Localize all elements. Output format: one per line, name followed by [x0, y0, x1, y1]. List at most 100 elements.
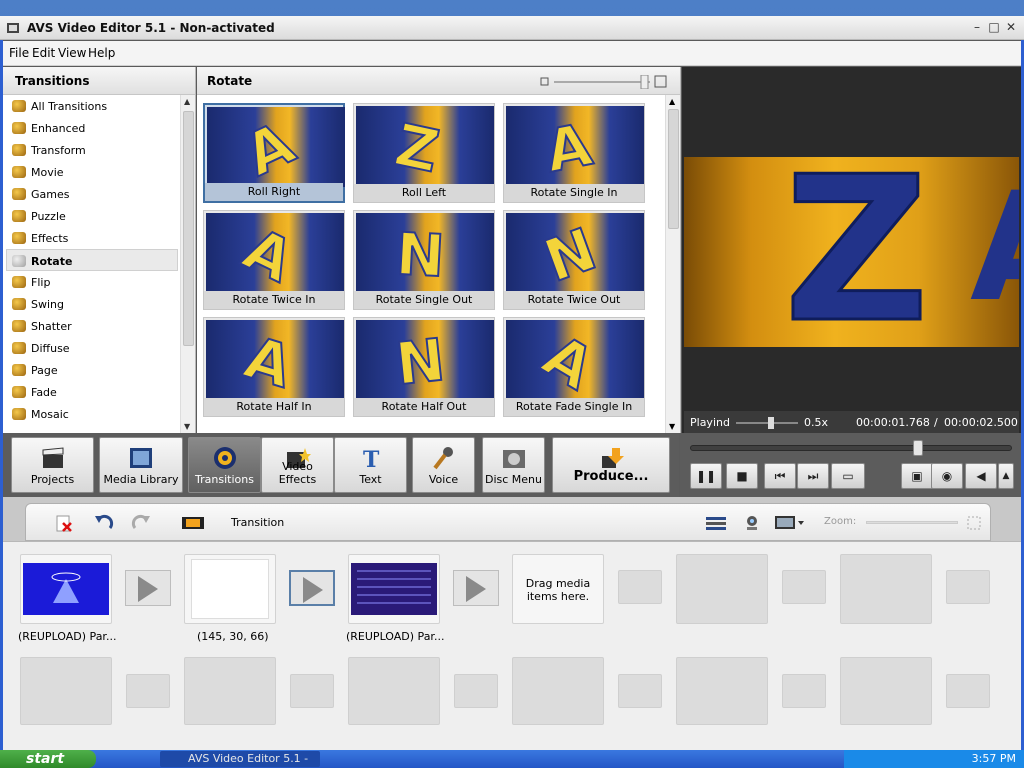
transition-thumbnail[interactable]: A Rotate Fade Single In [503, 317, 645, 417]
menu-view[interactable]: View [58, 46, 86, 60]
minimize-button[interactable]: – [970, 20, 984, 34]
scroll-down-icon[interactable]: ▼ [669, 422, 675, 431]
pause-button[interactable]: ❚❚ [690, 463, 722, 489]
thumbnail-size-slider[interactable] [540, 75, 670, 89]
scrollbar-thumb[interactable] [668, 109, 679, 229]
snapshot-button[interactable]: ◉ [931, 463, 963, 489]
disc-menu-button[interactable]: Disc Menu [482, 437, 545, 493]
taskbar-item-avs[interactable]: AVS Video Editor 5.1 - [160, 751, 320, 767]
transitions-scrollbar[interactable]: ▲ ▼ [665, 95, 680, 433]
timeline-area: Transition Zoom: (REUPLOAD) Par... (145,… [3, 497, 1021, 750]
scroll-down-icon[interactable]: ▼ [184, 422, 190, 431]
zoom-slider[interactable] [866, 521, 958, 524]
menu-help[interactable]: Help [88, 46, 115, 60]
category-item-enhanced[interactable]: Enhanced [3, 117, 181, 139]
category-item-shatter[interactable]: Shatter [3, 315, 181, 337]
category-item-all-transitions[interactable]: All Transitions [3, 95, 181, 117]
aspect-ratio-dropdown[interactable] [774, 514, 806, 532]
empty-clip-slot[interactable] [20, 657, 112, 725]
transition-slot[interactable] [453, 570, 499, 606]
produce-button[interactable]: Produce... [552, 437, 670, 493]
video-effects-button[interactable]: Video Effects [261, 437, 334, 493]
text-button[interactable]: T Text [334, 437, 407, 493]
transition-thumbnail[interactable]: A Rotate Single In [503, 103, 645, 203]
transition-thumbnail[interactable]: N Rotate Half Out [353, 317, 495, 417]
transition-slot-selected[interactable] [289, 570, 335, 606]
scroll-up-icon[interactable]: ▲ [184, 97, 190, 106]
transition-thumbnail[interactable]: Z Roll Left [353, 103, 495, 203]
fit-icon[interactable] [964, 514, 984, 532]
empty-transition-slot[interactable] [454, 674, 498, 708]
transition-thumbnail[interactable]: N Rotate Single Out [353, 210, 495, 310]
category-item-flip[interactable]: Flip [3, 271, 181, 293]
empty-transition-slot[interactable] [946, 674, 990, 708]
speed-slider[interactable] [736, 417, 798, 429]
time-separator: / [934, 416, 938, 429]
volume-expand-button[interactable]: ▲ [998, 463, 1014, 489]
storyboard-clip[interactable] [20, 554, 112, 624]
transition-thumbnail[interactable]: N Rotate Twice Out [503, 210, 645, 310]
category-item-puzzle[interactable]: Puzzle [3, 205, 181, 227]
empty-transition-slot[interactable] [946, 570, 990, 604]
category-item-effects[interactable]: Effects [3, 227, 181, 249]
empty-transition-slot[interactable] [782, 570, 826, 604]
seek-bar[interactable] [690, 440, 1012, 456]
fullscreen-preview-button[interactable]: ▭ [831, 463, 865, 489]
previous-frame-button[interactable]: ⏮ [764, 463, 796, 489]
seek-knob[interactable] [913, 440, 923, 456]
transitions-button[interactable]: Transitions [188, 437, 261, 493]
empty-transition-slot[interactable] [126, 674, 170, 708]
previous-icon: ⏮ [774, 469, 786, 483]
empty-clip-slot[interactable] [184, 657, 276, 725]
timeline-view-icon[interactable] [704, 514, 728, 532]
split-button[interactable]: ▣ [901, 463, 933, 489]
menu-file[interactable]: File [9, 46, 29, 60]
redo-icon[interactable] [131, 514, 151, 532]
close-button[interactable]: ✕ [1004, 20, 1018, 34]
start-button[interactable]: start [0, 750, 96, 768]
voice-button[interactable]: Voice [412, 437, 475, 493]
empty-transition-slot[interactable] [290, 674, 334, 708]
scroll-up-icon[interactable]: ▲ [669, 97, 675, 106]
empty-clip-slot[interactable] [840, 554, 932, 624]
transition-thumbnail[interactable]: A Rotate Twice In [203, 210, 345, 310]
empty-clip-slot[interactable] [840, 657, 932, 725]
category-item-page[interactable]: Page [3, 359, 181, 381]
drop-target[interactable]: Drag media items here. [512, 554, 604, 624]
empty-clip-slot[interactable] [676, 657, 768, 725]
category-item-swing[interactable]: Swing [3, 293, 181, 315]
undo-icon[interactable] [94, 514, 114, 532]
category-scrollbar[interactable]: ▲ ▼ [180, 95, 195, 433]
empty-transition-slot[interactable] [618, 570, 662, 604]
category-item-fade[interactable]: Fade [3, 381, 181, 403]
transition-thumbnail[interactable]: A Rotate Half In [203, 317, 345, 417]
scrollbar-thumb[interactable] [183, 111, 194, 346]
storyboard-clip[interactable] [184, 554, 276, 624]
category-item-transform[interactable]: Transform [3, 139, 181, 161]
play-mode-label: Playind [690, 416, 730, 429]
empty-clip-slot[interactable] [676, 554, 768, 624]
maximize-button[interactable]: □ [987, 20, 1001, 34]
menu-edit[interactable]: Edit [32, 46, 55, 60]
category-item-rotate[interactable]: Rotate [6, 249, 178, 271]
empty-transition-slot[interactable] [618, 674, 662, 708]
category-item-mosaic[interactable]: Mosaic [3, 403, 181, 425]
empty-transition-slot[interactable] [782, 674, 826, 708]
folder-icon [12, 386, 26, 398]
empty-clip-slot[interactable] [348, 657, 440, 725]
transition-thumbnail[interactable]: A Roll Right [203, 103, 345, 203]
projects-button[interactable]: Projects [11, 437, 94, 493]
transition-slot[interactable] [125, 570, 171, 606]
next-frame-button[interactable]: ⏭ [797, 463, 829, 489]
delete-icon[interactable] [54, 514, 74, 532]
media-library-button[interactable]: Media Library [99, 437, 183, 493]
stop-button[interactable]: ■ [726, 463, 758, 489]
preview-screen[interactable]: Z A [684, 157, 1019, 347]
webcam-icon[interactable] [742, 514, 762, 532]
storyboard-clip[interactable] [348, 554, 440, 624]
category-item-movie[interactable]: Movie [3, 161, 181, 183]
volume-button[interactable]: ◀ [965, 463, 997, 489]
category-item-games[interactable]: Games [3, 183, 181, 205]
category-item-diffuse[interactable]: Diffuse [3, 337, 181, 359]
empty-clip-slot[interactable] [512, 657, 604, 725]
